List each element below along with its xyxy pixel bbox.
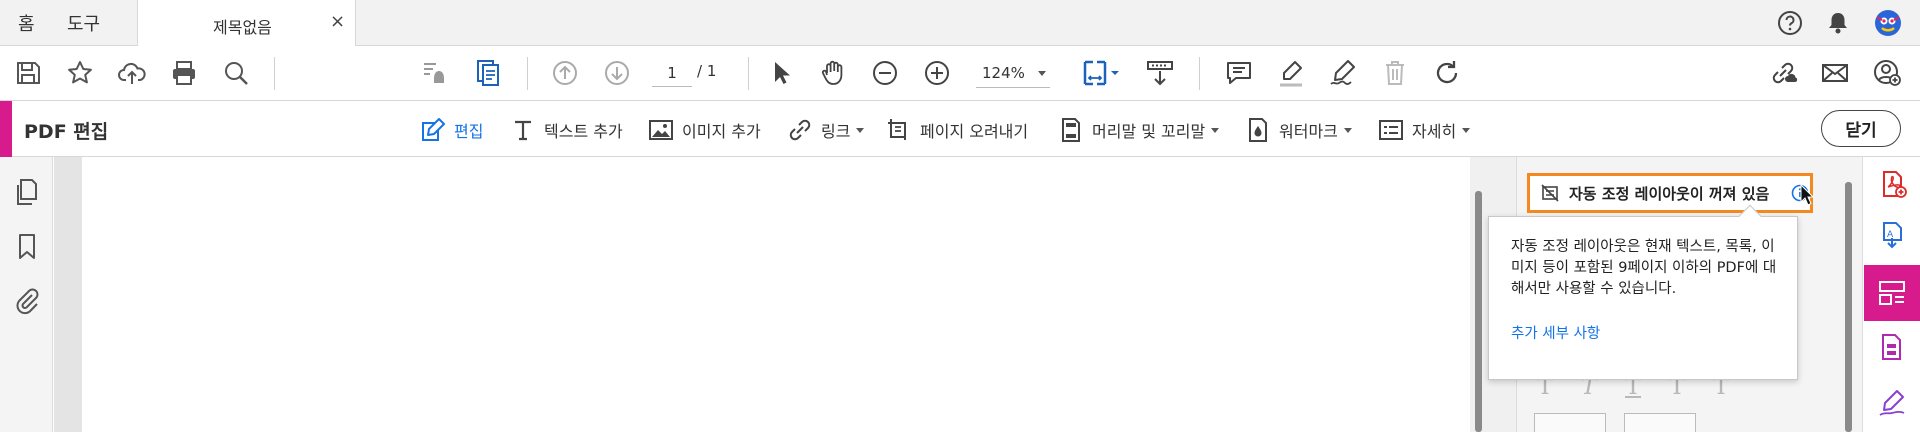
more-button[interactable]: 자세히 [1378,116,1471,144]
pages-icon[interactable] [12,177,42,207]
scroll-mode-icon[interactable] [1145,58,1175,88]
edit-tool-button[interactable]: 편집 [420,116,483,144]
hand-icon[interactable] [818,58,848,88]
upload-cloud-icon[interactable] [117,58,147,88]
print-icon[interactable] [169,58,199,88]
separator [1199,57,1200,90]
add-image-label: 이미지 추가 [682,122,761,141]
rotate-icon[interactable] [1432,58,1462,88]
add-image-icon [648,117,674,143]
tab-tools[interactable]: 도구 [67,10,100,36]
chevron-down-icon [1038,71,1046,76]
watermark-icon [1245,117,1271,143]
tab-document[interactable]: 제목없음 × [137,0,356,47]
bookmark-star-icon[interactable] [65,58,95,88]
help-icon[interactable] [1776,9,1804,37]
close-button[interactable]: 닫기 [1821,110,1901,147]
edit-pdf-icon [1877,278,1907,308]
accent-bar [0,101,12,157]
link-button[interactable]: 링크 [787,116,865,144]
close-tab-icon[interactable]: × [330,11,345,32]
highlight-icon[interactable] [1276,58,1306,88]
more-icon [1378,117,1404,143]
fill-sign-icon[interactable] [1877,388,1907,418]
panel-scrollbar[interactable] [1845,182,1852,432]
save-icon[interactable] [13,58,43,88]
more-label: 자세히 [1412,122,1457,141]
bookmark-icon[interactable] [12,231,42,261]
next-page-icon[interactable] [602,58,632,88]
add-text-label: 텍스트 추가 [544,122,623,141]
document-page[interactable] [82,157,1470,432]
tab-home[interactable]: 홈 [18,10,35,36]
page-number-input[interactable] [652,59,692,87]
watermark-label: 워터마크 [1279,122,1338,141]
add-text-icon [510,117,536,143]
chevron-down-icon [1211,127,1220,133]
share-link-icon[interactable] [1768,58,1798,88]
tooltip-text: 자동 조정 레이아웃은 현재 텍스트, 목록, 이미지 등이 포함된 9페이지 … [1511,239,1777,297]
comment-icon[interactable] [1224,58,1254,88]
separator [527,57,528,90]
prev-page-icon[interactable] [550,58,580,88]
autofit-off-icon [1540,183,1560,203]
more-details-link[interactable]: 추가 세부 사항 [1511,322,1600,343]
numbered-list-button[interactable] [1624,413,1696,432]
page-total: / 1 [697,62,717,80]
main-toolbar: / 1 124% [0,46,1920,101]
avatar[interactable] [1874,9,1902,37]
tab-bar: 홈 도구 제목없음 × [0,0,1920,47]
autofit-tooltip: 자동 조정 레이아웃은 현재 텍스트, 목록, 이미지 등이 포함된 9페이지 … [1488,204,1798,380]
link-label: 링크 [821,122,851,141]
edit-tool-label: 편집 [454,122,484,141]
header-footer-label: 머리말 및 꼬리말 [1092,122,1206,141]
email-icon[interactable] [1820,58,1850,88]
watermark-button[interactable]: 워터마크 [1245,116,1352,144]
delete-icon[interactable] [1380,58,1410,88]
select-pointer-icon[interactable] [766,58,796,88]
edit-pdf-bar: PDF 편집 편집 텍스트 추가 이미지 추가 링크 페이지 오려내기 머리말 … [0,101,1920,157]
left-rail [0,157,53,432]
zoom-out-icon[interactable] [870,58,900,88]
header-footer-icon [1058,117,1084,143]
separator [748,57,749,90]
edit-icon [420,117,446,143]
add-user-icon[interactable] [1872,58,1902,88]
create-pdf-icon[interactable] [1878,169,1908,199]
add-image-button[interactable]: 이미지 추가 [648,116,761,144]
scrollbar-thumb[interactable] [1475,191,1482,432]
chevron-down-icon [1462,127,1471,133]
chevron-down-icon [856,127,865,133]
autofit-status-label: 자동 조정 레이아웃이 꺼져 있음 [1569,184,1770,203]
separator [274,57,275,90]
zoom-select[interactable]: 124% [976,60,1050,88]
read-mode-icon[interactable] [420,58,450,88]
crop-page-label: 페이지 오려내기 [920,122,1029,141]
mouse-cursor-icon [1800,184,1814,206]
add-text-button[interactable]: 텍스트 추가 [510,116,623,144]
header-footer-button[interactable]: 머리말 및 꼬리말 [1058,116,1220,144]
crop-icon [886,117,912,143]
organize-pages-icon[interactable] [1877,332,1907,362]
zoom-value: 124% [982,64,1025,82]
crop-page-button[interactable]: 페이지 오려내기 [886,116,1028,144]
zoom-in-icon[interactable] [922,58,952,88]
bullet-list-button[interactable] [1534,413,1606,432]
edit-pdf-tool[interactable] [1864,265,1920,321]
edit-pdf-title: PDF 편집 [24,121,109,143]
export-page-icon[interactable] [473,58,503,88]
document-area [54,157,1470,432]
chevron-down-icon [1343,127,1352,133]
attachment-icon[interactable] [12,285,42,315]
fit-page-icon[interactable] [1080,58,1124,88]
bell-icon[interactable] [1824,9,1852,37]
search-zoom-icon[interactable] [221,58,251,88]
sign-icon[interactable] [1328,58,1358,88]
link-icon [787,117,813,143]
autofit-layout-status[interactable]: 자동 조정 레이아웃이 꺼져 있음 [1527,173,1813,213]
export-pdf-icon[interactable]: A [1878,220,1908,250]
document-tab-title: 제목없음 [213,18,272,37]
